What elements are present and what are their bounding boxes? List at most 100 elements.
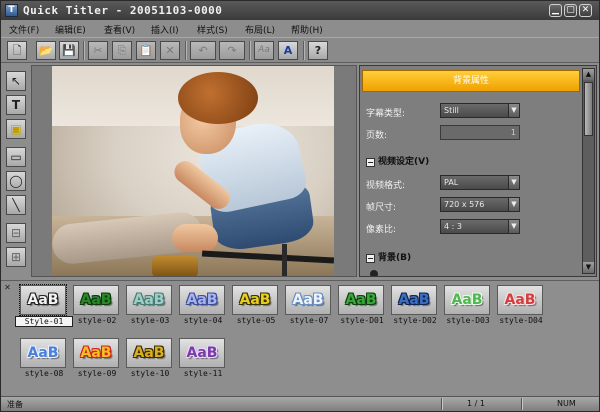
style-label: style-D02 <box>393 316 437 325</box>
hands <box>172 224 218 252</box>
minimize-button[interactable]: ▁ <box>549 4 562 17</box>
layout-tool-icon[interactable]: ⊞ <box>6 247 26 267</box>
title-bar[interactable]: T Quick Titler - 20051103-0000 ▁ ▢ ✕ <box>1 1 599 20</box>
style-item[interactable]: AaB style-04 <box>178 285 228 329</box>
menu-bar: 文件(F) 编辑(E) 查看(V) 插入(I) 样式(S) 布局(L) 帮助(H… <box>1 20 599 36</box>
style-item[interactable]: AaB style-D04 <box>496 285 546 329</box>
style-item[interactable]: AaB style-D03 <box>443 285 493 329</box>
menu-insert[interactable]: 插入(I) <box>151 23 179 36</box>
chevron-down-icon: ▼ <box>508 198 519 211</box>
collapse-icon: − <box>366 158 375 167</box>
style-label: Style-01 <box>15 316 73 327</box>
copy-icon[interactable]: ⎘ <box>112 41 132 60</box>
toolbar-separator <box>249 41 251 60</box>
scroll-up-icon[interactable]: ▲ <box>583 69 594 80</box>
style-item[interactable]: AaB style-02 <box>72 285 122 329</box>
canvas-area[interactable] <box>31 65 357 277</box>
pixel-ratio-select[interactable]: 4 : 3 ▼ <box>440 219 520 234</box>
menu-layout[interactable]: 布局(L) <box>245 23 275 36</box>
background-section[interactable]: − 背景(B) <box>366 250 411 263</box>
rectangle-tool-icon[interactable]: ▭ <box>6 147 26 167</box>
style-item[interactable]: AaB Style-01 <box>15 284 73 329</box>
video-format-select[interactable]: PAL ▼ <box>440 175 520 190</box>
style-label: style-02 <box>77 316 117 325</box>
background-section-title: 背景(B) <box>378 253 412 263</box>
ellipse-tool-icon[interactable]: ◯ <box>6 171 26 191</box>
video-settings-section[interactable]: − 视频设定(V) <box>366 154 429 167</box>
subtitle-type-select[interactable]: Still ▼ <box>440 103 520 118</box>
properties-header: 背景属性 <box>362 70 580 92</box>
style-thumbnail: AaB <box>444 285 490 315</box>
style-thumbnail: AaB <box>232 285 278 315</box>
preview-image <box>52 66 334 276</box>
style-item[interactable]: AaB style-11 <box>178 338 228 382</box>
style-item[interactable]: AaB style-05 <box>231 285 281 329</box>
style-item[interactable]: AaB style-09 <box>72 338 122 382</box>
scroll-down-icon[interactable]: ▼ <box>583 262 594 273</box>
app-icon: T <box>5 4 18 17</box>
style-label: style-10 <box>130 369 170 378</box>
undo-icon[interactable]: ↶ <box>190 41 216 60</box>
text-effect-icon[interactable]: A <box>278 41 298 60</box>
style-item[interactable]: AaB style-D01 <box>337 285 387 329</box>
scroll-thumb[interactable] <box>584 82 593 136</box>
new-icon[interactable]: 🗋 <box>7 41 27 60</box>
page-indicator: 1 / 1 <box>467 399 485 408</box>
style-item[interactable]: AaB style-03 <box>125 285 175 329</box>
properties-scrollbar[interactable]: ▲ ▼ <box>582 68 595 274</box>
style-thumbnail: AaB <box>19 284 67 316</box>
pixel-ratio-value: 4 : 3 <box>444 222 462 231</box>
bicycle-post <box>282 244 287 276</box>
style-label: style-08 <box>24 369 64 378</box>
menu-style[interactable]: 样式(S) <box>197 23 228 36</box>
chevron-down-icon: ▼ <box>508 220 519 233</box>
text-style-icon[interactable]: Aa <box>254 41 274 60</box>
frame-size-value: 720 x 576 <box>444 200 485 209</box>
paste-icon[interactable]: 📋 <box>136 41 156 60</box>
style-thumbnail: AaB <box>338 285 384 315</box>
toolbar-separator <box>185 41 187 60</box>
maximize-button[interactable]: ▢ <box>564 4 577 17</box>
line-tool-icon[interactable]: ╲ <box>6 195 26 215</box>
bicycle-seat <box>152 256 198 276</box>
help-icon[interactable]: ? <box>308 41 328 60</box>
menu-file[interactable]: 文件(F) <box>9 23 39 36</box>
video-settings-title: 视频设定(V) <box>378 157 430 167</box>
menu-view[interactable]: 查看(V) <box>104 23 135 36</box>
close-button[interactable]: ✕ <box>579 4 592 17</box>
style-thumbnail: AaB <box>285 285 331 315</box>
pages-field[interactable]: 1 <box>440 125 520 140</box>
image-tool-icon[interactable]: ▣ <box>6 119 26 139</box>
align-tool-icon[interactable]: ⊟ <box>6 223 26 243</box>
style-label: style-11 <box>183 369 223 378</box>
chevron-down-icon: ▼ <box>508 176 519 189</box>
radio-icon[interactable] <box>370 270 378 276</box>
properties-panel: 背景属性 字幕类型: Still ▼ 页数: 1 − 视频设定(V) 视频格式: … <box>359 65 597 277</box>
style-label: style-D04 <box>499 316 543 325</box>
cut-icon[interactable]: ✂ <box>88 41 108 60</box>
style-label: style-03 <box>130 316 170 325</box>
status-bar: 准备 1 / 1 NUM <box>1 396 599 411</box>
video-format-label: 视频格式: <box>366 181 406 191</box>
open-icon[interactable]: 📂 <box>36 41 56 60</box>
style-thumbnail: AaB <box>179 338 225 368</box>
select-tool-icon[interactable]: ↖ <box>6 71 26 91</box>
menu-edit[interactable]: 编辑(E) <box>55 23 86 36</box>
style-item[interactable]: AaB style-10 <box>125 338 175 382</box>
style-thumbnail: AaB <box>179 285 225 315</box>
style-gallery: ✕ AaB Style-01 AaB style-02 AaB style-03 AaB st… <box>1 280 599 395</box>
menu-help[interactable]: 帮助(H) <box>291 23 323 36</box>
close-icon[interactable]: ✕ <box>3 283 12 292</box>
child-hair <box>178 72 258 124</box>
redo-icon[interactable]: ↷ <box>219 41 245 60</box>
frame-size-select[interactable]: 720 x 576 ▼ <box>440 197 520 212</box>
save-icon[interactable]: 💾 <box>59 41 79 60</box>
style-item[interactable]: AaB style-07 <box>284 285 334 329</box>
toolbar: 🗋 📂 💾 ✂ ⎘ 📋 ✕ ↶ ↷ Aa A ? <box>1 37 599 63</box>
app-window: T Quick Titler - 20051103-0000 ▁ ▢ ✕ 文件(… <box>0 0 600 412</box>
style-item[interactable]: AaB style-D02 <box>390 285 440 329</box>
text-tool-icon[interactable]: T <box>6 95 26 115</box>
delete-icon[interactable]: ✕ <box>160 41 180 60</box>
style-item[interactable]: AaB style-08 <box>19 338 69 382</box>
style-thumbnail: AaB <box>20 338 66 368</box>
